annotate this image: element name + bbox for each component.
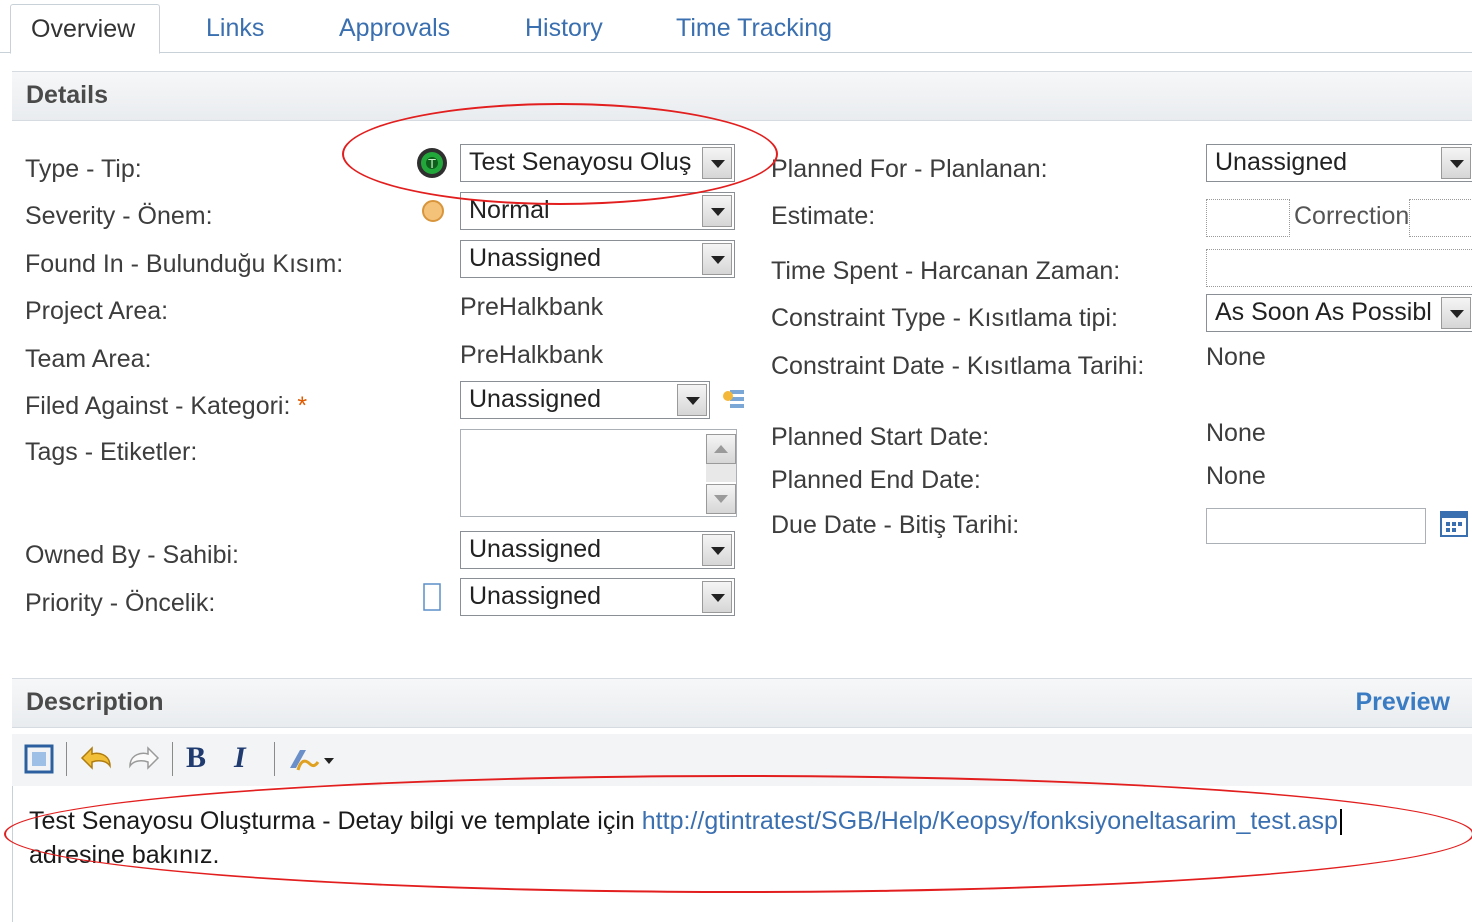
- estimate-extra-input[interactable]: [1409, 199, 1472, 237]
- severity-normal-icon: [421, 199, 445, 230]
- tab-overview[interactable]: Overview: [10, 4, 160, 54]
- found-in-select[interactable]: Unassigned: [460, 240, 735, 278]
- tab-approvals[interactable]: Approvals: [339, 14, 450, 43]
- team-area-value: PreHalkbank: [460, 341, 604, 369]
- description-link[interactable]: http://gtintratest/SGB/Help/Keopsy/fonks…: [642, 807, 1338, 835]
- priority-select[interactable]: Unassigned: [460, 578, 735, 616]
- planned-end-label: Planned End Date:: [771, 466, 981, 494]
- owned-by-select[interactable]: Unassigned: [460, 531, 735, 569]
- details-title: Details: [26, 81, 108, 109]
- owned-by-value: Unassigned: [469, 535, 602, 563]
- tab-time-tracking[interactable]: Time Tracking: [676, 14, 832, 43]
- type-label: Type - Tip:: [25, 155, 142, 183]
- filed-against-value: Unassigned: [469, 385, 602, 413]
- priority-unassigned-icon: [423, 583, 441, 618]
- category-browse-icon[interactable]: [722, 387, 748, 420]
- estimate-correction-field[interactable]: Correction: [1290, 199, 1408, 237]
- type-value: Test Senayosu Oluş: [469, 148, 692, 176]
- tab-links[interactable]: Links: [206, 14, 264, 43]
- tab-overview-label: Overview: [31, 15, 136, 43]
- description-editor[interactable]: Test Senayosu Oluşturma - Detay bilgi ve…: [12, 786, 1472, 922]
- project-area-label: Project Area:: [25, 297, 169, 325]
- planned-for-select[interactable]: Unassigned: [1206, 144, 1472, 182]
- filed-against-label-text: Filed Against - Kategori:: [25, 392, 291, 420]
- planned-start-label: Planned Start Date:: [771, 423, 990, 451]
- due-date-label: Due Date - Bitiş Tarihi:: [771, 511, 1020, 539]
- planned-for-value: Unassigned: [1215, 148, 1348, 176]
- chevron-down-icon: [702, 195, 732, 227]
- description-text[interactable]: Test Senayosu Oluşturma - Detay bilgi ve…: [29, 804, 1449, 872]
- estimate-label: Estimate:: [771, 202, 876, 230]
- constraint-date-label: Constraint Date - Kısıtlama Tarihi:: [771, 352, 1145, 380]
- tab-history[interactable]: History: [525, 14, 603, 43]
- redo-icon[interactable]: [124, 742, 160, 776]
- constraint-date-value: None: [1206, 343, 1266, 371]
- chevron-down-icon: [1441, 297, 1471, 329]
- found-in-value: Unassigned: [469, 244, 602, 272]
- priority-label: Priority - Öncelik:: [25, 589, 216, 617]
- constraint-type-label: Constraint Type - Kısıtlama tipi:: [771, 304, 1118, 332]
- toolbar-separator: [172, 742, 173, 776]
- chevron-down-icon: [702, 534, 732, 566]
- team-area-label: Team Area:: [25, 345, 152, 373]
- severity-value: Normal: [469, 196, 550, 224]
- tags-input[interactable]: [460, 429, 737, 517]
- description-title: Description: [26, 688, 164, 716]
- chevron-down-icon: [702, 243, 732, 275]
- scroll-up-button[interactable]: [706, 434, 736, 464]
- toolbar-separator: [66, 742, 67, 776]
- filed-against-select[interactable]: Unassigned: [460, 381, 710, 419]
- planned-start-value: None: [1206, 419, 1266, 447]
- description-section-header: Description Preview: [12, 678, 1472, 728]
- required-marker: *: [297, 392, 308, 420]
- link-icon[interactable]: [286, 742, 336, 776]
- planned-for-label: Planned For - Planlanan:: [771, 155, 1048, 183]
- scrollbar-track[interactable]: [706, 464, 736, 482]
- toolbar-separator: [274, 742, 275, 776]
- time-spent-label: Time Spent - Harcanan Zaman:: [771, 257, 1121, 285]
- found-in-label: Found In - Bulunduğu Kısım:: [25, 250, 344, 278]
- chevron-down-icon: [1441, 147, 1471, 179]
- undo-icon[interactable]: [80, 742, 116, 776]
- type-select[interactable]: Test Senayosu Oluş: [460, 144, 735, 182]
- priority-value: Unassigned: [469, 582, 602, 610]
- owned-by-label: Owned By - Sahibi:: [25, 541, 239, 569]
- editor-toolbar: B I: [12, 734, 1472, 787]
- description-text-after: adresine bakınız.: [29, 841, 220, 869]
- constraint-type-select[interactable]: As Soon As Possibl: [1206, 294, 1472, 332]
- time-spent-input[interactable]: [1206, 249, 1472, 287]
- details-section-header: Details: [12, 71, 1472, 121]
- filed-against-label: Filed Against - Kategori: *: [25, 392, 307, 421]
- chevron-down-icon: [677, 384, 707, 416]
- text-caret: [1339, 809, 1342, 836]
- maximize-icon[interactable]: [22, 742, 56, 776]
- project-area-value: PreHalkbank: [460, 293, 604, 321]
- constraint-type-value: As Soon As Possibl: [1215, 298, 1432, 326]
- tags-label: Tags - Etiketler:: [25, 438, 198, 466]
- chevron-down-icon: [702, 147, 732, 179]
- tab-underline: [0, 52, 1472, 53]
- preview-link[interactable]: Preview: [1355, 688, 1450, 717]
- planned-end-value: None: [1206, 462, 1266, 490]
- svg-text:T: T: [427, 157, 436, 171]
- description-text-before: Test Senayosu Oluşturma - Detay bilgi ve…: [29, 807, 642, 835]
- tab-bar: Overview Links Approvals History Time Tr…: [0, 0, 1472, 58]
- due-date-input[interactable]: [1206, 508, 1426, 544]
- test-scenario-type-icon: T: [416, 147, 448, 186]
- chevron-down-icon: [702, 581, 732, 613]
- severity-label: Severity - Önem:: [25, 202, 213, 230]
- italic-icon[interactable]: I: [234, 741, 246, 775]
- bold-icon[interactable]: B: [186, 741, 206, 775]
- scroll-down-button[interactable]: [706, 484, 736, 514]
- correction-text: Correction: [1294, 202, 1408, 230]
- severity-select[interactable]: Normal: [460, 192, 735, 230]
- estimate-input[interactable]: [1206, 199, 1290, 237]
- calendar-icon[interactable]: [1440, 511, 1468, 544]
